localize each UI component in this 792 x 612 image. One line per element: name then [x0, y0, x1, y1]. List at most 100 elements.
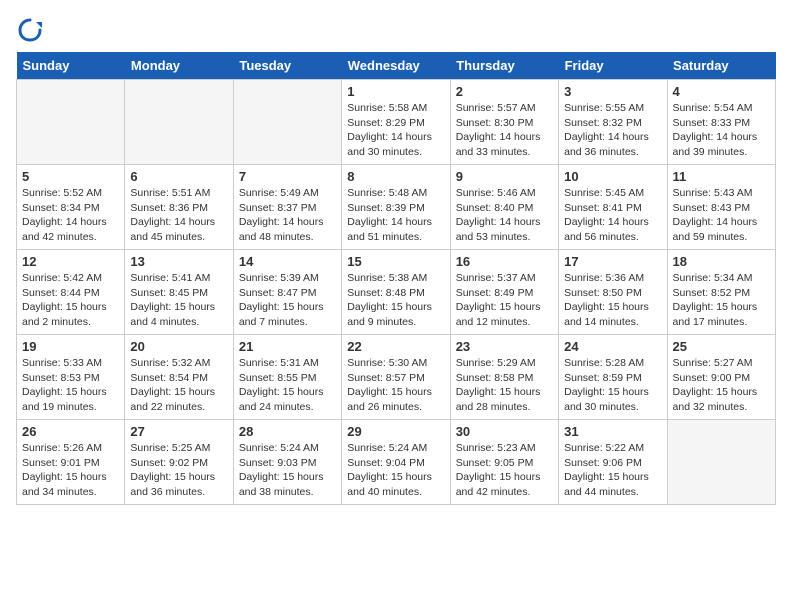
- day-number: 21: [239, 339, 336, 354]
- day-info: Sunrise: 5:24 AM Sunset: 9:04 PM Dayligh…: [347, 441, 444, 500]
- day-number: 2: [456, 84, 553, 99]
- day-number: 5: [22, 169, 119, 184]
- day-info: Sunrise: 5:41 AM Sunset: 8:45 PM Dayligh…: [130, 271, 227, 330]
- calendar-cell: 18 Sunrise: 5:34 AM Sunset: 8:52 PM Dayli…: [667, 250, 775, 335]
- calendar-cell: 24Sunrise: 5:28 AM Sunset: 8:59 PM Dayli…: [559, 335, 667, 420]
- day-info: Sunrise: 5:36 AM Sunset: 8:50 PM Dayligh…: [564, 271, 661, 330]
- page-header: [16, 16, 776, 44]
- calendar-cell: 16Sunrise: 5:37 AM Sunset: 8:49 PM Dayli…: [450, 250, 558, 335]
- day-number: 17: [564, 254, 661, 269]
- day-number: 31: [564, 424, 661, 439]
- day-number: 1: [347, 84, 444, 99]
- day-number: 27: [130, 424, 227, 439]
- calendar-cell: 21 Sunrise: 5:31 AM Sunset: 8:55 PM Dayli…: [233, 335, 341, 420]
- day-info: Sunrise: 5:54 AM Sunset: 8:33 PM Dayligh…: [673, 101, 770, 160]
- calendar-cell: 28 Sunrise: 5:24 AM Sunset: 9:03 PM Dayli…: [233, 420, 341, 505]
- day-info: Sunrise: 5:38 AM Sunset: 8:48 PM Dayligh…: [347, 271, 444, 330]
- day-info: Sunrise: 5:29 AM Sunset: 8:58 PM Dayligh…: [456, 356, 553, 415]
- calendar-cell: 29 Sunrise: 5:24 AM Sunset: 9:04 PM Dayli…: [342, 420, 450, 505]
- day-info: Sunrise: 5:57 AM Sunset: 8:30 PM Dayligh…: [456, 101, 553, 160]
- day-number: 10: [564, 169, 661, 184]
- weekday-header-monday: Monday: [125, 52, 233, 80]
- calendar-cell: 2 Sunrise: 5:57 AM Sunset: 8:30 PM Daylig…: [450, 80, 558, 165]
- day-number: 25: [673, 339, 770, 354]
- day-number: 29: [347, 424, 444, 439]
- day-info: Sunrise: 5:42 AM Sunset: 8:44 PM Dayligh…: [22, 271, 119, 330]
- day-number: 20: [130, 339, 227, 354]
- calendar-cell: 4Sunrise: 5:54 AM Sunset: 8:33 PM Daylig…: [667, 80, 775, 165]
- day-info: Sunrise: 5:46 AM Sunset: 8:40 PM Dayligh…: [456, 186, 553, 245]
- day-number: 9: [456, 169, 553, 184]
- day-info: Sunrise: 5:27 AM Sunset: 9:00 PM Dayligh…: [673, 356, 770, 415]
- weekday-header-row: SundayMondayTuesdayWednesdayThursdayFrid…: [17, 52, 776, 80]
- calendar-cell: 6Sunrise: 5:51 AM Sunset: 8:36 PM Daylig…: [125, 165, 233, 250]
- calendar-cell: 1 Sunrise: 5:58 AM Sunset: 8:29 PM Daylig…: [342, 80, 450, 165]
- day-info: Sunrise: 5:32 AM Sunset: 8:54 PM Dayligh…: [130, 356, 227, 415]
- day-info: Sunrise: 5:39 AM Sunset: 8:47 PM Dayligh…: [239, 271, 336, 330]
- calendar-cell: 26Sunrise: 5:26 AM Sunset: 9:01 PM Dayli…: [17, 420, 125, 505]
- calendar-cell: 11 Sunrise: 5:43 AM Sunset: 8:43 PM Dayli…: [667, 165, 775, 250]
- calendar-cell: 30 Sunrise: 5:23 AM Sunset: 9:05 PM Dayli…: [450, 420, 558, 505]
- day-number: 8: [347, 169, 444, 184]
- calendar-cell: 25 Sunrise: 5:27 AM Sunset: 9:00 PM Dayli…: [667, 335, 775, 420]
- day-info: Sunrise: 5:24 AM Sunset: 9:03 PM Dayligh…: [239, 441, 336, 500]
- calendar-cell: 3Sunrise: 5:55 AM Sunset: 8:32 PM Daylig…: [559, 80, 667, 165]
- calendar-cell: 10 Sunrise: 5:45 AM Sunset: 8:41 PM Dayli…: [559, 165, 667, 250]
- day-info: Sunrise: 5:31 AM Sunset: 8:55 PM Dayligh…: [239, 356, 336, 415]
- day-number: 22: [347, 339, 444, 354]
- weekday-header-friday: Friday: [559, 52, 667, 80]
- calendar-cell: 7 Sunrise: 5:49 AM Sunset: 8:37 PM Daylig…: [233, 165, 341, 250]
- day-number: 18: [673, 254, 770, 269]
- calendar-cell: [667, 420, 775, 505]
- logo-icon: [16, 16, 44, 44]
- day-number: 16: [456, 254, 553, 269]
- day-info: Sunrise: 5:52 AM Sunset: 8:34 PM Dayligh…: [22, 186, 119, 245]
- day-info: Sunrise: 5:58 AM Sunset: 8:29 PM Dayligh…: [347, 101, 444, 160]
- day-number: 19: [22, 339, 119, 354]
- calendar-cell: 20 Sunrise: 5:32 AM Sunset: 8:54 PM Dayli…: [125, 335, 233, 420]
- calendar-cell: 13 Sunrise: 5:41 AM Sunset: 8:45 PM Dayli…: [125, 250, 233, 335]
- day-number: 11: [673, 169, 770, 184]
- calendar-cell: 8Sunrise: 5:48 AM Sunset: 8:39 PM Daylig…: [342, 165, 450, 250]
- calendar-cell: 22 Sunrise: 5:30 AM Sunset: 8:57 PM Dayli…: [342, 335, 450, 420]
- weekday-header-wednesday: Wednesday: [342, 52, 450, 80]
- day-info: Sunrise: 5:49 AM Sunset: 8:37 PM Dayligh…: [239, 186, 336, 245]
- day-info: Sunrise: 5:30 AM Sunset: 8:57 PM Dayligh…: [347, 356, 444, 415]
- calendar-cell: 27Sunrise: 5:25 AM Sunset: 9:02 PM Dayli…: [125, 420, 233, 505]
- week-row-4: 19 Sunrise: 5:33 AM Sunset: 8:53 PM Dayli…: [17, 335, 776, 420]
- day-info: Sunrise: 5:34 AM Sunset: 8:52 PM Dayligh…: [673, 271, 770, 330]
- calendar-cell: 19 Sunrise: 5:33 AM Sunset: 8:53 PM Dayli…: [17, 335, 125, 420]
- day-info: Sunrise: 5:26 AM Sunset: 9:01 PM Dayligh…: [22, 441, 119, 500]
- calendar-cell: 9 Sunrise: 5:46 AM Sunset: 8:40 PM Daylig…: [450, 165, 558, 250]
- day-number: 14: [239, 254, 336, 269]
- week-row-1: 1 Sunrise: 5:58 AM Sunset: 8:29 PM Daylig…: [17, 80, 776, 165]
- calendar-cell: 17 Sunrise: 5:36 AM Sunset: 8:50 PM Dayli…: [559, 250, 667, 335]
- week-row-3: 12Sunrise: 5:42 AM Sunset: 8:44 PM Dayli…: [17, 250, 776, 335]
- day-number: 7: [239, 169, 336, 184]
- day-info: Sunrise: 5:33 AM Sunset: 8:53 PM Dayligh…: [22, 356, 119, 415]
- day-info: Sunrise: 5:22 AM Sunset: 9:06 PM Dayligh…: [564, 441, 661, 500]
- calendar-cell: [17, 80, 125, 165]
- day-info: Sunrise: 5:55 AM Sunset: 8:32 PM Dayligh…: [564, 101, 661, 160]
- day-number: 24: [564, 339, 661, 354]
- calendar-cell: 5 Sunrise: 5:52 AM Sunset: 8:34 PM Daylig…: [17, 165, 125, 250]
- calendar-cell: [125, 80, 233, 165]
- calendar-cell: [233, 80, 341, 165]
- day-number: 23: [456, 339, 553, 354]
- day-info: Sunrise: 5:51 AM Sunset: 8:36 PM Dayligh…: [130, 186, 227, 245]
- day-info: Sunrise: 5:23 AM Sunset: 9:05 PM Dayligh…: [456, 441, 553, 500]
- week-row-2: 5 Sunrise: 5:52 AM Sunset: 8:34 PM Daylig…: [17, 165, 776, 250]
- day-number: 13: [130, 254, 227, 269]
- calendar-cell: 23 Sunrise: 5:29 AM Sunset: 8:58 PM Dayli…: [450, 335, 558, 420]
- calendar-cell: 15Sunrise: 5:38 AM Sunset: 8:48 PM Dayli…: [342, 250, 450, 335]
- day-number: 30: [456, 424, 553, 439]
- weekday-header-sunday: Sunday: [17, 52, 125, 80]
- day-number: 28: [239, 424, 336, 439]
- logo: [16, 16, 48, 44]
- weekday-header-thursday: Thursday: [450, 52, 558, 80]
- calendar-cell: 12Sunrise: 5:42 AM Sunset: 8:44 PM Dayli…: [17, 250, 125, 335]
- calendar-cell: 31 Sunrise: 5:22 AM Sunset: 9:06 PM Dayli…: [559, 420, 667, 505]
- day-info: Sunrise: 5:45 AM Sunset: 8:41 PM Dayligh…: [564, 186, 661, 245]
- calendar-table: SundayMondayTuesdayWednesdayThursdayFrid…: [16, 52, 776, 505]
- day-info: Sunrise: 5:43 AM Sunset: 8:43 PM Dayligh…: [673, 186, 770, 245]
